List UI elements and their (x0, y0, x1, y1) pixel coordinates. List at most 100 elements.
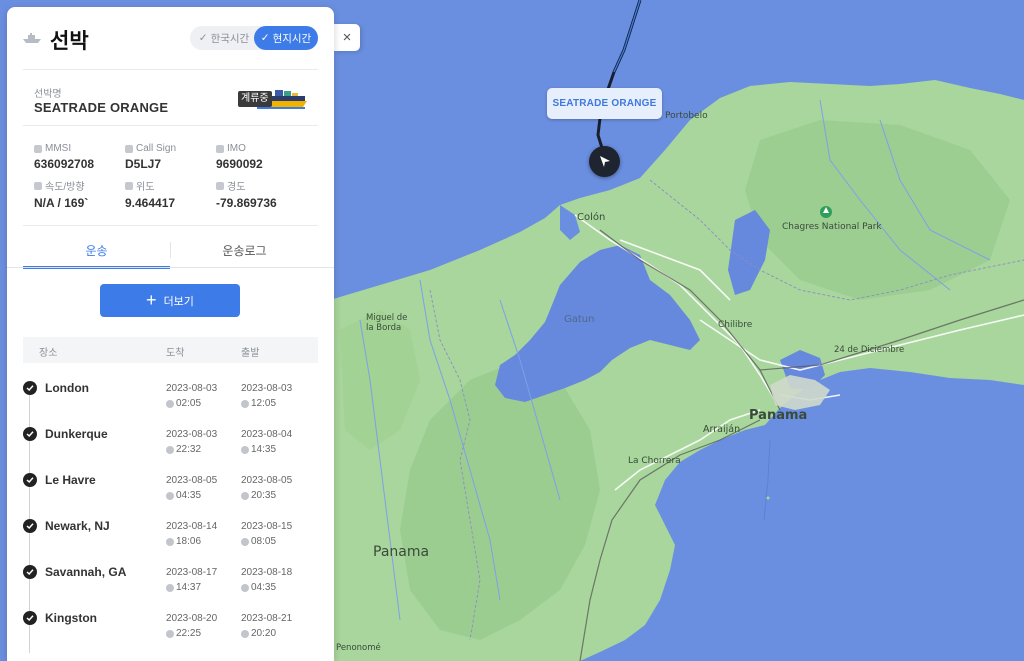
label-chagres: Chagres National Park (782, 222, 882, 232)
tab-transport-log[interactable]: 운송로그 (171, 232, 318, 268)
label-colon: Colón (577, 211, 605, 223)
ship-icon (22, 31, 42, 49)
clock-icon (241, 583, 249, 592)
arrival-time-value: 02:05 (176, 398, 202, 409)
port-row[interactable]: Newark, NJ 2023-08-14 18:06 2023-08-15 08:05 (7, 519, 334, 565)
speed-cell: 속도/방향 N/A / 169` (34, 178, 88, 210)
check-circle-icon (23, 427, 37, 441)
callsign-label: Call Sign (136, 143, 177, 154)
label-miguel-line1: Miguel de (366, 313, 407, 323)
clock-icon (166, 629, 174, 638)
port-name: Kingston (45, 611, 97, 625)
vessel-panel: 선박 ✓ 한국시간 ✓ 현지시간 선박명 SEATRADE ORANGE 계류중… (7, 7, 334, 661)
lat-cell: 위도 9.464417 (125, 178, 175, 210)
arrival-time: 04:35 (166, 490, 201, 501)
departure-date: 2023-08-21 (241, 613, 293, 624)
tab-transport[interactable]: 운송 (23, 232, 170, 268)
port-row[interactable]: London 2023-08-03 02:05 2023-08-03 12:05 (7, 381, 334, 427)
korea-time-button[interactable]: ✓ 한국시간 (194, 26, 254, 50)
close-panel-button[interactable]: × (334, 24, 360, 51)
speed-icon (34, 181, 42, 190)
port-row[interactable]: Savannah, GA 2023-08-17 14:37 2023-08-18 04:… (7, 565, 334, 611)
port-row[interactable]: Le Havre 2023-08-05 04:35 2023-08-05 20:35 (7, 473, 334, 519)
departure-time-value: 14:35 (251, 444, 277, 455)
check-circle-icon (23, 611, 37, 625)
clock-icon (241, 491, 249, 500)
mmsi-icon (34, 144, 42, 153)
arrival-time: 02:05 (166, 398, 201, 409)
label-arraijan: Arraiján (703, 424, 740, 435)
arrival-time: 14:37 (166, 582, 201, 593)
departure-date: 2023-08-03 (241, 383, 293, 394)
label-chorrera: La Chorrera (628, 456, 681, 466)
more-button[interactable]: + 더보기 (100, 284, 240, 317)
vessel-name: SEATRADE ORANGE (34, 100, 169, 115)
arrival-time-value: 22:25 (176, 628, 202, 639)
departure-time: 12:05 (241, 398, 276, 409)
ship-heading-icon (599, 155, 610, 167)
callsign-icon (125, 144, 133, 153)
clock-icon (166, 583, 174, 592)
port-row[interactable]: Dunkerque 2023-08-03 22:32 2023-08-04 14:35 (7, 427, 334, 473)
lon-cell: 경도 -79.869736 (216, 178, 277, 210)
arrival-time-value: 04:35 (176, 490, 202, 501)
arrival-time-value: 18:06 (176, 536, 202, 547)
port-name: Newark, NJ (45, 519, 110, 533)
divider (23, 69, 318, 70)
arrival-time: 22:25 (166, 628, 201, 639)
clock-icon (241, 445, 249, 454)
departure-time-value: 20:35 (251, 490, 277, 501)
col-arrival: 도착 (166, 348, 185, 359)
callsign-value: D5LJ7 (125, 157, 162, 171)
imo-value: 9690092 (216, 157, 263, 171)
arrival-time-value: 14:37 (176, 582, 202, 593)
panel-header: 선박 ✓ 한국시간 ✓ 현지시간 (7, 7, 334, 69)
label-chilibre: Chilibre (718, 320, 753, 330)
col-place: 장소 (39, 348, 58, 359)
tab-bar-underline (7, 267, 334, 268)
status-badge: 계류중 (238, 91, 272, 107)
speed-value: N/A / 169` (34, 196, 89, 210)
korea-time-label: 한국시간 (210, 32, 250, 45)
clock-icon (166, 491, 174, 500)
arrival-date: 2023-08-03 (166, 429, 218, 440)
callsign-cell: Call Sign D5LJ7 (125, 143, 176, 171)
mmsi-label: MMSI (45, 143, 72, 154)
arrival-date: 2023-08-03 (166, 383, 218, 394)
departure-time-value: 12:05 (251, 398, 277, 409)
ship-label-tooltip[interactable]: SEATRADE ORANGE (547, 88, 662, 119)
arrival-date: 2023-08-14 (166, 521, 218, 532)
departure-time: 14:35 (241, 444, 276, 455)
check-circle-icon (23, 473, 37, 487)
clock-icon (241, 629, 249, 638)
latitude-icon (125, 181, 133, 190)
col-departure: 출발 (241, 348, 260, 359)
departure-time: 20:35 (241, 490, 276, 501)
departure-time-value: 08:05 (251, 536, 277, 547)
arrival-date: 2023-08-17 (166, 567, 218, 578)
label-gatun: Gatun (564, 314, 594, 325)
label-penonome: Penonomé (336, 642, 381, 653)
departure-time: 08:05 (241, 536, 276, 547)
clock-icon (241, 537, 249, 546)
check-circle-icon (23, 565, 37, 579)
time-toggle: ✓ 한국시간 ✓ 현지시간 (190, 26, 318, 50)
divider (23, 225, 318, 226)
arrival-time: 18:06 (166, 536, 201, 547)
tab-bar: 운송 운송로그 (23, 232, 318, 269)
panel-title: 선박 (50, 30, 89, 53)
label-diciembre: 24 de Diciembre (834, 345, 904, 355)
arrival-date: 2023-08-20 (166, 613, 218, 624)
check-icon: ✓ (198, 32, 208, 44)
port-row[interactable]: Kingston 2023-08-20 22:25 2023-08-21 20:20 (7, 611, 334, 657)
local-time-button[interactable]: ✓ 현지시간 (254, 26, 318, 50)
local-time-label: 현지시간 (272, 32, 312, 45)
ship-marker[interactable] (589, 146, 620, 177)
arrival-time: 22:32 (166, 444, 201, 455)
lat-value: 9.464417 (125, 196, 176, 210)
port-name: Le Havre (45, 473, 96, 487)
label-panama-city: Panama (749, 408, 807, 423)
departure-date: 2023-08-04 (241, 429, 293, 440)
departure-time-value: 20:20 (251, 628, 277, 639)
check-circle-icon (23, 381, 37, 395)
